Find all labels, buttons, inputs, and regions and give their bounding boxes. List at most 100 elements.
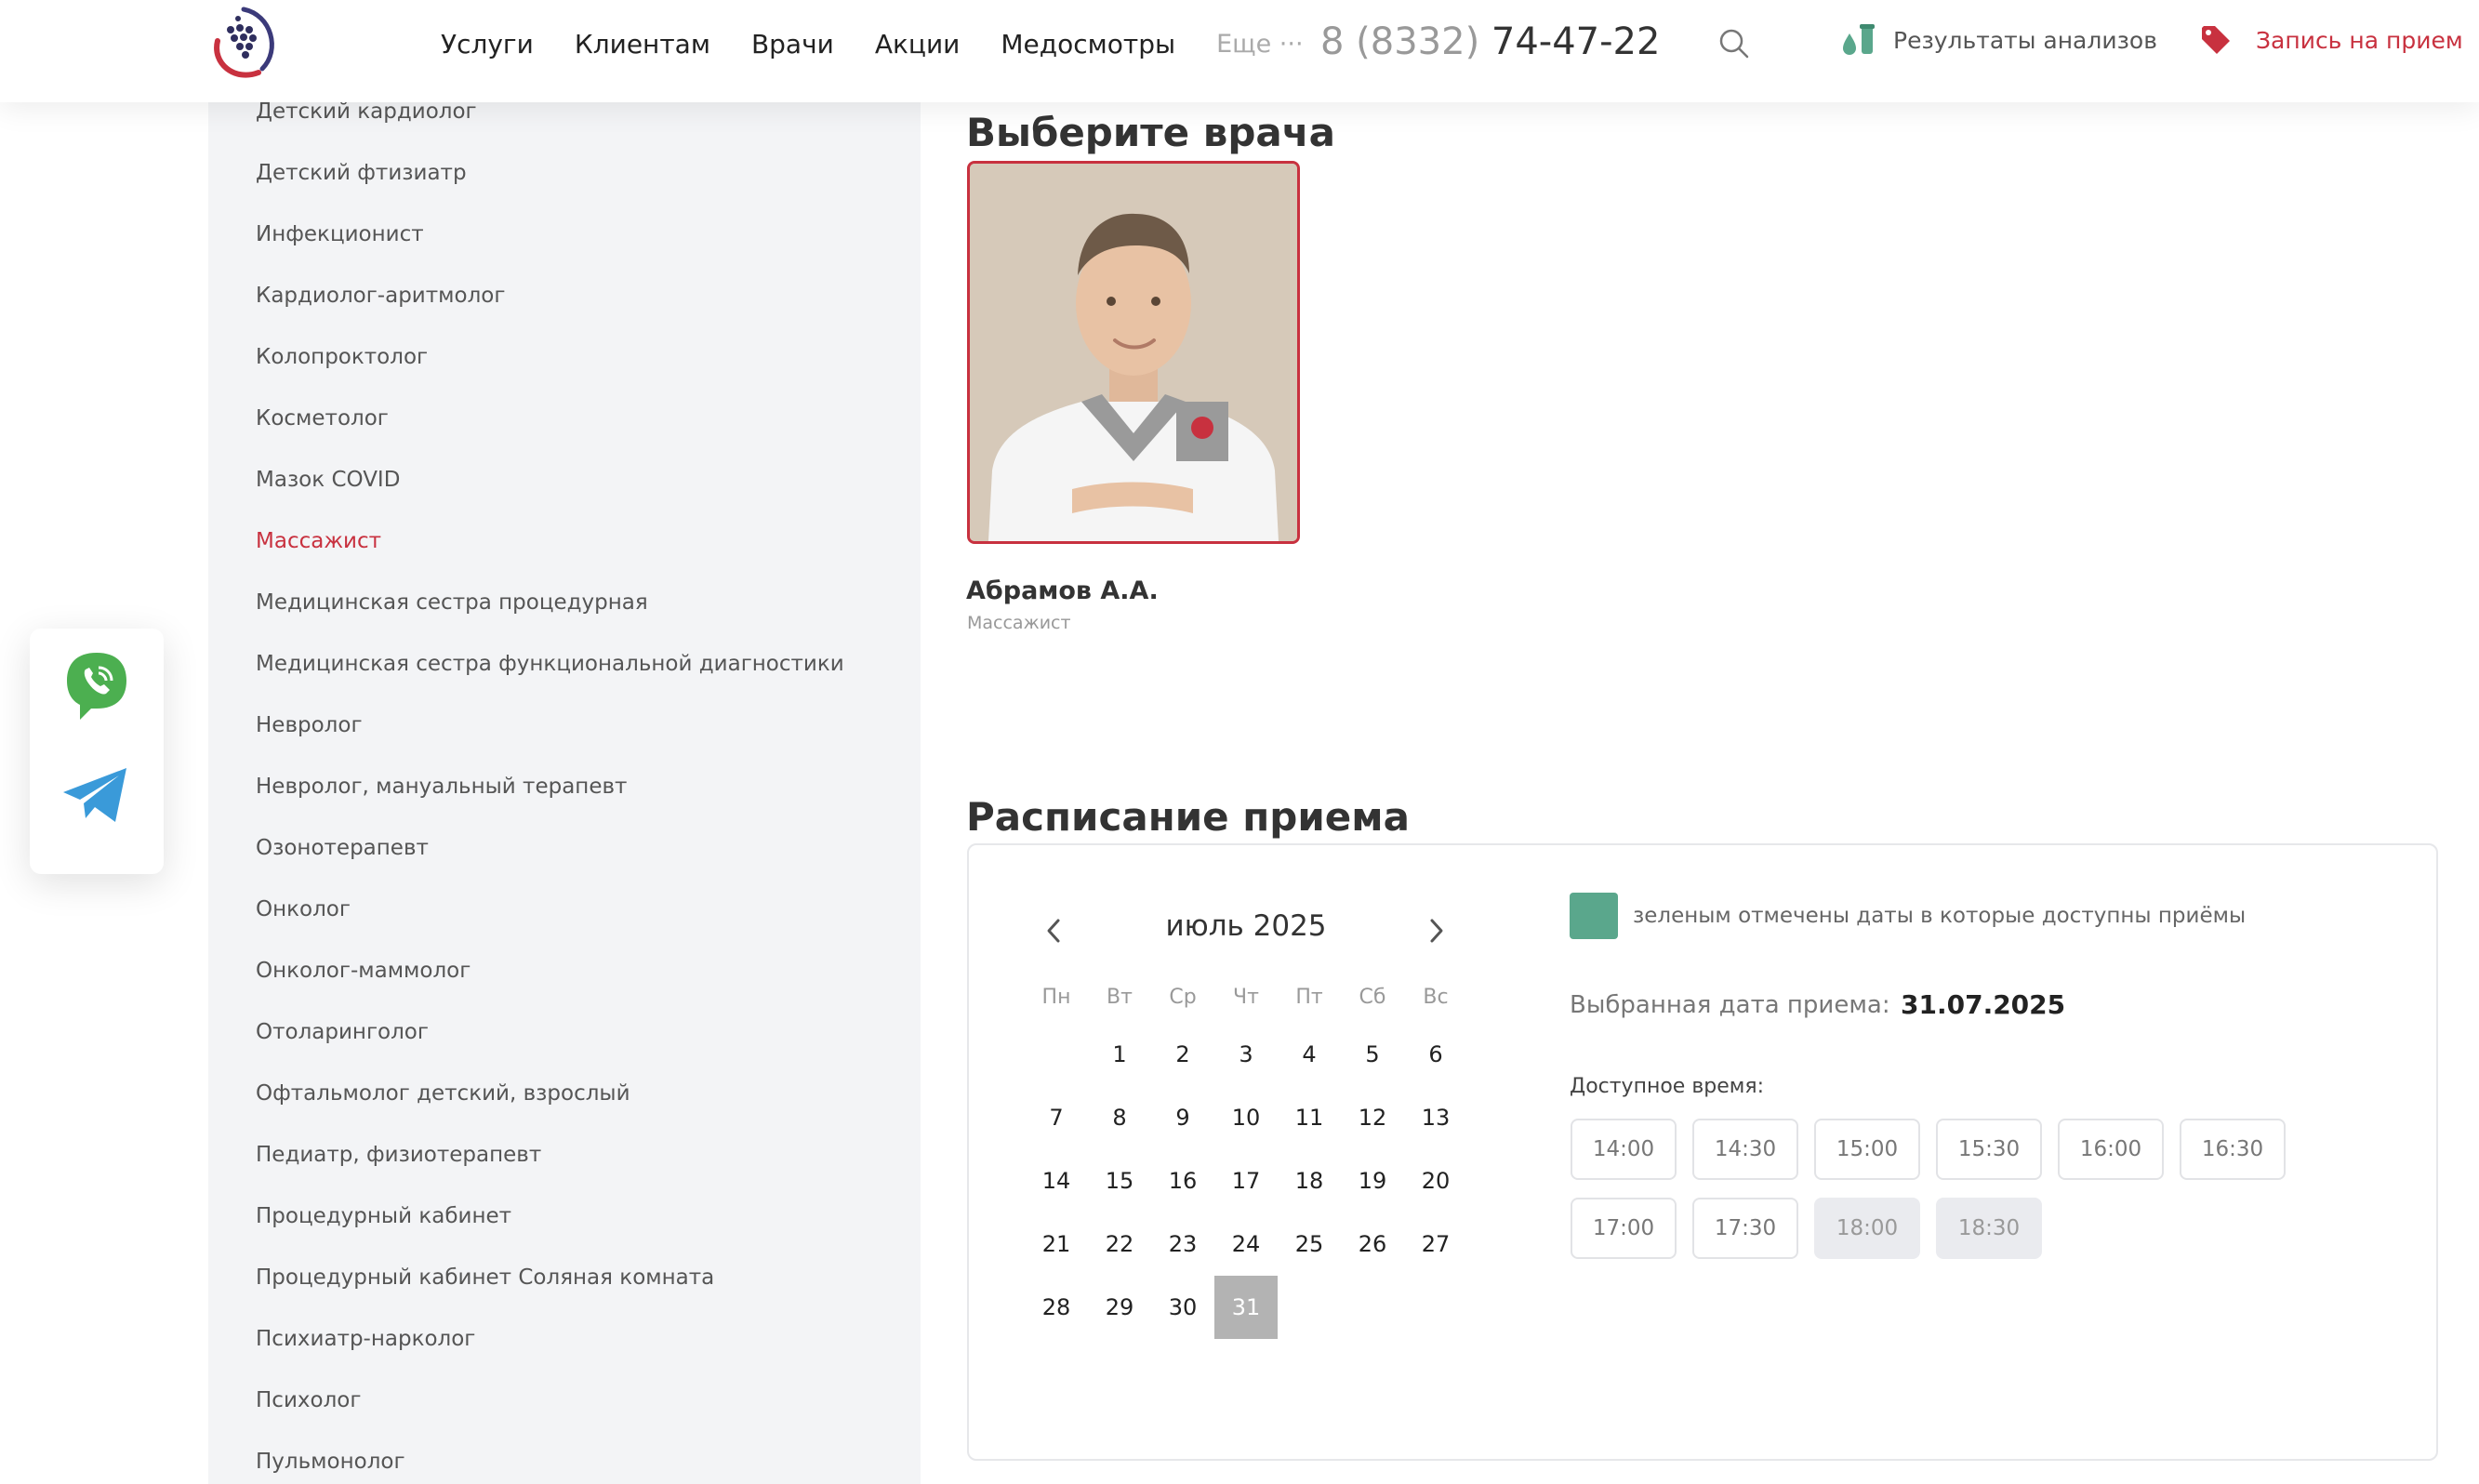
sidebar-item[interactable]: Детский кардиолог: [208, 97, 921, 158]
nav-doctors[interactable]: Врачи: [751, 29, 834, 60]
sidebar-item[interactable]: Онколог: [208, 894, 921, 956]
sidebar-item[interactable]: Инфекционист: [208, 219, 921, 281]
phone-number[interactable]: 8 (8332) 74-47-22: [1320, 20, 1660, 63]
weekday-header: Пт: [1295, 986, 1323, 1009]
sidebar-item[interactable]: Психолог: [208, 1385, 921, 1447]
sidebar-item[interactable]: Мазок COVID: [208, 465, 921, 526]
doctor-name[interactable]: Абрамов А.А.: [966, 576, 1159, 605]
calendar-day[interactable]: 22: [1088, 1212, 1151, 1276]
calendar-day[interactable]: 10: [1214, 1086, 1278, 1149]
viber-icon[interactable]: [63, 649, 130, 723]
calendar-day[interactable]: 14: [1025, 1149, 1088, 1212]
time-slot[interactable]: 14:00: [1571, 1119, 1677, 1180]
calendar-day[interactable]: 27: [1404, 1212, 1467, 1276]
telegram-icon[interactable]: [61, 764, 130, 826]
sidebar-item[interactable]: Отоларинголог: [208, 1017, 921, 1079]
sidebar-item[interactable]: Озонотерапевт: [208, 833, 921, 894]
calendar-day[interactable]: 30: [1151, 1276, 1214, 1339]
time-slot[interactable]: 16:30: [2180, 1119, 2286, 1180]
sidebar-item[interactable]: Пульмонолог: [208, 1447, 921, 1484]
calendar-day[interactable]: 5: [1341, 1023, 1404, 1086]
calendar-day[interactable]: 8: [1088, 1086, 1151, 1149]
sidebar-item[interactable]: Массажист: [208, 526, 921, 588]
nav-clients[interactable]: Клиентам: [575, 29, 710, 60]
calendar-month-title: июль 2025: [1165, 909, 1327, 943]
nav-services[interactable]: Услуги: [441, 29, 534, 60]
selected-date-label: Выбранная дата приема:: [1570, 991, 1890, 1019]
time-slot[interactable]: 15:30: [1936, 1119, 2042, 1180]
social-widget: [30, 629, 164, 874]
weekday-header: Вс: [1423, 986, 1449, 1009]
calendar-day[interactable]: 12: [1341, 1086, 1404, 1149]
calendar-day[interactable]: 23: [1151, 1212, 1214, 1276]
calendar-day[interactable]: 3: [1214, 1023, 1278, 1086]
sidebar-item[interactable]: Кардиолог-аритмолог: [208, 281, 921, 342]
main-nav: Услуги Клиентам Врачи Акции Медосмотры Е…: [441, 0, 1378, 87]
calendar-day[interactable]: 17: [1214, 1149, 1278, 1212]
doctor-specialty: Массажист: [967, 613, 1071, 633]
calendar-day[interactable]: 21: [1025, 1212, 1088, 1276]
doctor-card[interactable]: [967, 161, 1300, 544]
time-slot-unavailable: 18:30: [1936, 1198, 2042, 1259]
calendar-day[interactable]: 28: [1025, 1276, 1088, 1339]
sidebar-item[interactable]: Процедурный кабинет Соляная комната: [208, 1263, 921, 1324]
calendar-day[interactable]: 6: [1404, 1023, 1467, 1086]
clinic-logo-icon[interactable]: [206, 4, 281, 82]
choose-doctor-heading: Выберите врача: [966, 110, 1335, 155]
calendar-day[interactable]: 26: [1341, 1212, 1404, 1276]
calendar-day[interactable]: 20: [1404, 1149, 1467, 1212]
time-slot[interactable]: 15:00: [1814, 1119, 1920, 1180]
time-slot[interactable]: 14:30: [1692, 1119, 1798, 1180]
calendar-day[interactable]: 18: [1278, 1149, 1341, 1212]
test-tube-icon: [1843, 24, 1875, 55]
sidebar-item[interactable]: Медицинская сестра процедурная: [208, 588, 921, 649]
calendar-day[interactable]: 29: [1088, 1276, 1151, 1339]
sidebar-item[interactable]: Процедурный кабинет: [208, 1201, 921, 1263]
weekday-header: Вт: [1107, 986, 1133, 1009]
weekday-header: Пн: [1041, 986, 1071, 1009]
sidebar-item[interactable]: Косметолог: [208, 404, 921, 465]
sidebar-item[interactable]: Психиатр-нарколог: [208, 1324, 921, 1385]
search-icon[interactable]: [1718, 28, 1750, 60]
time-slot[interactable]: 16:00: [2058, 1119, 2164, 1180]
sidebar-item[interactable]: Невролог: [208, 710, 921, 772]
doctor-photo: [970, 164, 1297, 541]
nav-medical-exams[interactable]: Медосмотры: [1001, 29, 1175, 60]
sidebar-item[interactable]: Медицинская сестра функциональной диагно…: [208, 649, 921, 710]
calendar-day[interactable]: 19: [1341, 1149, 1404, 1212]
calendar-day[interactable]: 7: [1025, 1086, 1088, 1149]
calendar-day-selected[interactable]: 31: [1214, 1276, 1278, 1339]
chevron-right-icon[interactable]: [1423, 915, 1451, 947]
calendar-day[interactable]: 16: [1151, 1149, 1214, 1212]
nav-more[interactable]: Еще ···: [1216, 30, 1303, 59]
specialty-sidebar: Детский кардиолог Детский фтизиатр Инфекци…: [208, 0, 921, 1484]
available-date-legend-swatch: [1570, 893, 1618, 939]
tag-icon: [2202, 26, 2230, 54]
phone-digits: 74-47-22: [1491, 20, 1661, 63]
calendar-day[interactable]: 9: [1151, 1086, 1214, 1149]
sidebar-item[interactable]: Офтальмолог детский, взрослый: [208, 1079, 921, 1140]
sidebar-item[interactable]: Педиатр, физиотерапевт: [208, 1140, 921, 1201]
sidebar-item[interactable]: Онколог-маммолог: [208, 956, 921, 1017]
sidebar-item[interactable]: Колопроктолог: [208, 342, 921, 404]
lab-results-link[interactable]: Результаты анализов: [1841, 24, 2157, 56]
calendar-day[interactable]: 2: [1151, 1023, 1214, 1086]
book-appointment-link[interactable]: Запись на прием: [2200, 24, 2463, 56]
available-time-label: Доступное время:: [1570, 1075, 1765, 1098]
calendar-day[interactable]: 24: [1214, 1212, 1278, 1276]
time-slot[interactable]: 17:00: [1571, 1198, 1677, 1259]
calendar-day[interactable]: 1: [1088, 1023, 1151, 1086]
sidebar-item[interactable]: Невролог, мануальный терапевт: [208, 772, 921, 833]
sidebar-item[interactable]: Детский фтизиатр: [208, 158, 921, 219]
chevron-left-icon[interactable]: [1040, 915, 1067, 947]
calendar-day[interactable]: 13: [1404, 1086, 1467, 1149]
calendar-day[interactable]: 11: [1278, 1086, 1341, 1149]
site-header: Услуги Клиентам Врачи Акции Медосмотры Е…: [0, 0, 2479, 102]
weekday-header: Ср: [1169, 986, 1197, 1009]
calendar-day[interactable]: 25: [1278, 1212, 1341, 1276]
weekday-header: Сб: [1359, 986, 1386, 1009]
time-slot[interactable]: 17:30: [1692, 1198, 1798, 1259]
calendar-day[interactable]: 15: [1088, 1149, 1151, 1212]
calendar-day[interactable]: 4: [1278, 1023, 1341, 1086]
nav-promotions[interactable]: Акции: [875, 29, 961, 60]
